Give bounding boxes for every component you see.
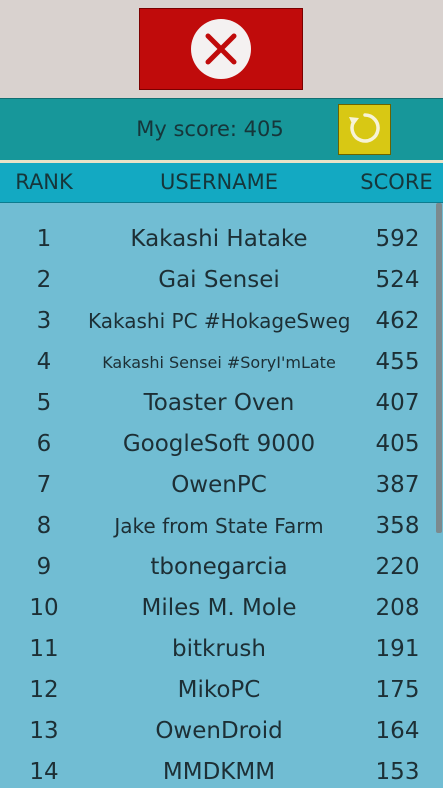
username-cell: Toaster Oven	[143, 390, 295, 416]
score-cell: 455	[375, 349, 420, 375]
username-cell: Jake from State Farm	[114, 514, 324, 538]
leaderboard-row: 1 Kakashi Hatake 592	[0, 219, 434, 260]
score-cell: 462	[375, 308, 420, 334]
score-cell: 208	[375, 595, 420, 621]
rank-cell: 12	[29, 677, 59, 703]
username-cell: Kakashi PC #HokageSweg	[88, 309, 351, 333]
username-cell: Kakashi Sensei #SoryI'mLate	[102, 353, 336, 372]
username-column-header: USERNAME	[159, 170, 279, 194]
rank-cell: 7	[36, 472, 52, 498]
leaderboard-header: RANK USERNAME SCORE	[0, 163, 443, 203]
score-column-header: SCORE	[360, 170, 433, 194]
leaderboard-row: 3 Kakashi PC #HokageSweg 462	[0, 301, 434, 342]
rank-cell: 11	[29, 636, 59, 662]
score-cell: 405	[375, 431, 420, 457]
leaderboard-row: 6 GoogleSoft 9000 405	[0, 424, 434, 465]
username-cell: Kakashi Hatake	[130, 226, 308, 252]
score-cell: 220	[375, 554, 420, 580]
username-cell: GoogleSoft 9000	[122, 431, 316, 457]
rank-cell: 1	[36, 226, 52, 252]
username-cell: Miles M. Mole	[141, 595, 297, 621]
username-cell: MikoPC	[177, 677, 261, 703]
my-score-bar: My score: 405	[0, 98, 443, 160]
username-cell: OwenDroid	[155, 718, 283, 744]
leaderboard-row: 10 Miles M. Mole 208	[0, 588, 434, 629]
leaderboard-row: 12 MikoPC 175	[0, 670, 434, 711]
top-bar	[0, 0, 443, 98]
username-cell: bitkrush	[172, 636, 266, 662]
rank-cell: 4	[36, 349, 52, 375]
score-cell: 524	[375, 267, 420, 293]
rank-cell: 6	[36, 431, 52, 457]
close-icon	[191, 19, 251, 79]
leaderboard-row: 4 Kakashi Sensei #SoryI'mLate 455	[0, 342, 434, 383]
leaderboard-list[interactable]: 1 Kakashi Hatake 592 2 Gai Sensei 524 3 Kakashi…	[0, 203, 443, 788]
refresh-icon	[346, 109, 384, 151]
rank-cell: 9	[36, 554, 52, 580]
rank-cell: 5	[36, 390, 52, 416]
score-cell: 387	[375, 472, 420, 498]
score-cell: 153	[375, 759, 420, 785]
rank-cell: 3	[36, 308, 52, 334]
score-cell: 358	[375, 513, 420, 539]
scrollbar[interactable]	[436, 203, 442, 533]
rank-cell: 10	[29, 595, 59, 621]
leaderboard-row: 11 bitkrush 191	[0, 629, 434, 670]
score-cell: 407	[375, 390, 420, 416]
leaderboard-row: 9 tbonegarcia 220	[0, 547, 434, 588]
rank-cell: 8	[36, 513, 52, 539]
close-button[interactable]	[139, 8, 303, 90]
rank-cell: 13	[29, 718, 59, 744]
score-cell: 164	[375, 718, 420, 744]
leaderboard-row: 7 OwenPC 387	[0, 465, 434, 506]
username-cell: tbonegarcia	[150, 554, 288, 580]
rank-cell: 2	[36, 267, 52, 293]
score-cell: 191	[375, 636, 420, 662]
username-cell: MMDKMM	[162, 759, 276, 785]
leaderboard-row: 8 Jake from State Farm 358	[0, 506, 434, 547]
score-cell: 175	[375, 677, 420, 703]
rank-column-header: RANK	[15, 170, 73, 194]
rank-cell: 14	[29, 759, 59, 785]
username-cell: Gai Sensei	[158, 267, 280, 293]
refresh-button[interactable]	[338, 104, 391, 155]
leaderboard-row: 5 Toaster Oven 407	[0, 383, 434, 424]
leaderboard-row: 2 Gai Sensei 524	[0, 260, 434, 301]
leaderboard-row: 13 OwenDroid 164	[0, 711, 434, 752]
score-cell: 592	[375, 226, 420, 252]
username-cell: OwenPC	[171, 472, 267, 498]
leaderboard-row: 14 MMDKMM 153	[0, 752, 434, 788]
